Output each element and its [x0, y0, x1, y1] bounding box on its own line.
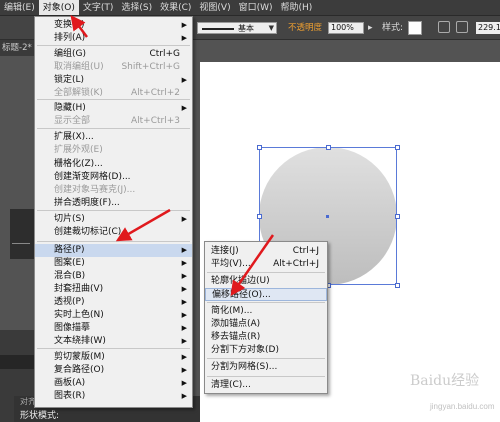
annotation-arrows — [70, 15, 275, 297]
arrow-to-path-item — [115, 208, 171, 242]
arrow-to-object-menu — [70, 15, 88, 38]
arrow-to-offset-path — [230, 234, 275, 297]
